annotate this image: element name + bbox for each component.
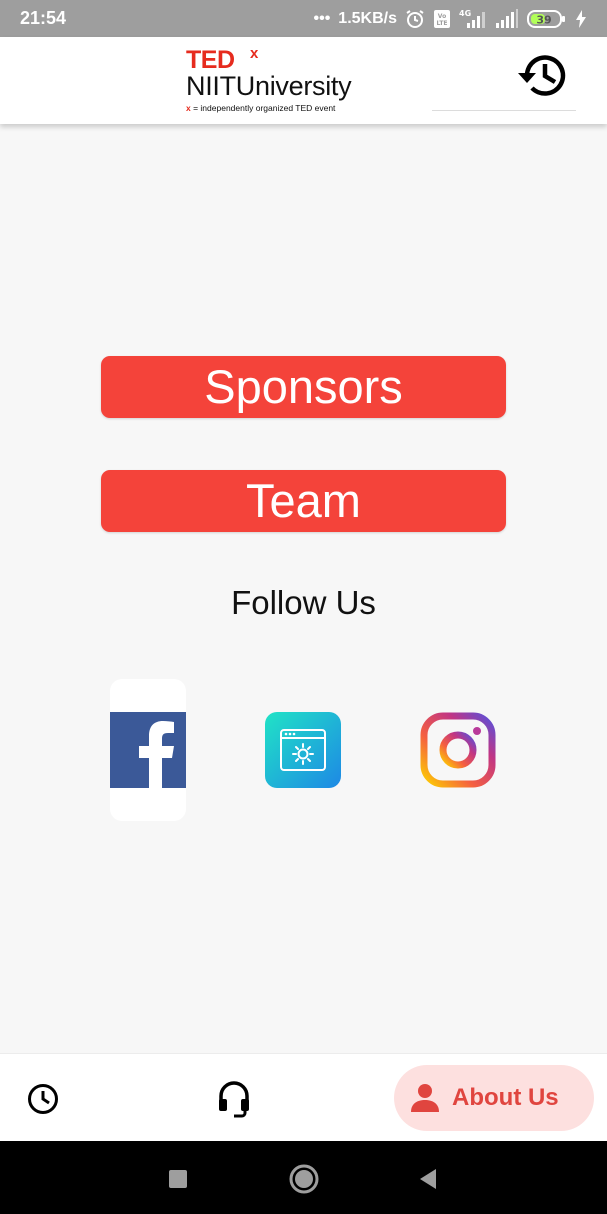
appbar-divider: [432, 110, 576, 111]
signal-icon: [495, 8, 519, 29]
status-bar: 21:54 ••• 1.5KB/s Vo LTE 4G 39: [0, 0, 607, 37]
app-bar: TED x NIITUniversity x = independently o…: [0, 37, 607, 124]
svg-text:LTE: LTE: [436, 20, 447, 27]
website-link[interactable]: [265, 712, 341, 788]
status-time: 21:54: [20, 8, 67, 28]
alarm-icon: [405, 9, 425, 29]
back-button[interactable]: [416, 1167, 440, 1191]
logo-ted: TED: [186, 46, 235, 74]
recents-button[interactable]: [167, 1168, 189, 1190]
svg-text:39: 39: [536, 13, 551, 26]
instagram-icon: [420, 712, 496, 788]
battery-icon: 39: [527, 9, 567, 29]
headset-icon: [219, 1081, 249, 1118]
system-navigation-bar: [0, 1141, 607, 1214]
status-icons: ••• 1.5KB/s Vo LTE 4G 39: [313, 8, 587, 30]
follow-us-title: Follow Us: [231, 584, 376, 621]
history-icon: [518, 55, 566, 96]
tedx-logo: TED x NIITUniversity x = independently o…: [186, 45, 386, 117]
clock-icon: [28, 1084, 58, 1114]
home-button[interactable]: [288, 1163, 320, 1195]
facebook-link[interactable]: [110, 712, 186, 788]
website-icon: [265, 712, 341, 788]
signal-4g-icon: 4G: [459, 8, 487, 30]
svg-text:4G: 4G: [459, 9, 471, 18]
sponsors-button[interactable]: Sponsors: [101, 356, 506, 418]
charging-icon: [575, 9, 587, 28]
nav-about-us[interactable]: About Us: [394, 1065, 594, 1131]
dots-icon: •••: [313, 9, 331, 27]
logo-tagline: x = independently organized TED event: [186, 103, 336, 113]
network-speed: 1.5KB/s: [338, 9, 397, 27]
nav-about-us-label: About Us: [452, 1084, 559, 1111]
logo-x: x: [250, 45, 259, 62]
svg-text:Vo: Vo: [438, 13, 446, 20]
nav-schedule[interactable]: [26, 1082, 60, 1116]
bottom-navigation: About Us: [0, 1053, 607, 1141]
instagram-link[interactable]: [420, 712, 496, 788]
volte-icon: Vo LTE: [433, 9, 451, 29]
facebook-icon: [110, 712, 186, 788]
person-icon: [411, 1084, 439, 1112]
nav-support[interactable]: [216, 1080, 252, 1118]
history-button[interactable]: [514, 49, 574, 101]
team-button[interactable]: Team: [101, 470, 506, 532]
logo-university: NIITUniversity: [186, 71, 352, 101]
